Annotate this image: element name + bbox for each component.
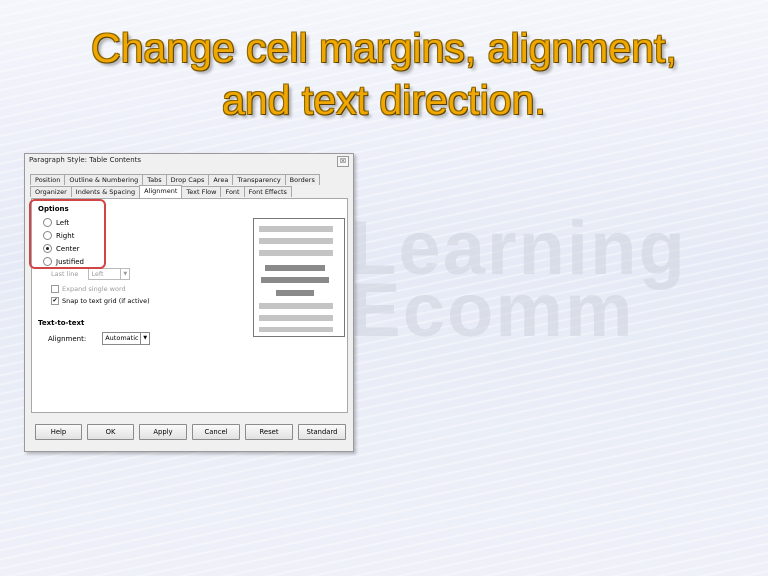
preview-line [261,277,329,283]
last-line-select: Left ▼ [88,268,131,280]
preview-line [259,303,333,309]
last-line-label: Last line [51,270,79,278]
last-line-row: Last line Left ▼ [51,268,131,280]
expand-single-word-label: Expand single word [62,285,126,293]
tab-tabs[interactable]: Tabs [142,174,167,185]
tab-organizer[interactable]: Organizer [30,186,72,197]
dialog-title: Paragraph Style: Table Contents [29,156,142,164]
slide-title-line-1: Change cell margins, alignment, [91,25,677,71]
alignment-value: Automatic [105,334,139,342]
preview-line [259,226,333,232]
preview-line [265,265,325,271]
chevron-down-icon[interactable]: ▼ [140,333,149,344]
tab-transparency[interactable]: Transparency [232,174,286,185]
tab-position[interactable]: Position [30,174,66,185]
chevron-down-icon: ▼ [120,269,129,279]
tab-alignment[interactable]: Alignment [139,185,183,198]
close-icon[interactable]: ☒ [337,156,349,167]
snap-to-grid-row[interactable]: ✔ Snap to text grid (if active) [51,297,150,305]
expand-single-word-checkbox [51,285,59,293]
tab-area[interactable]: Area [208,174,234,185]
preview-line [259,315,333,321]
tab-borders[interactable]: Borders [284,174,320,185]
preview-line [276,290,314,296]
help-button[interactable]: Help [35,424,82,440]
tab-row-1: Position Outline & Numbering Tabs Drop C… [30,174,320,185]
text-to-text-alignment-row: Alignment: Automatic ▼ [48,332,151,345]
slide-title: Change cell margins, alignment, and text… [0,22,768,126]
text-to-text-heading: Text-to-text [38,319,85,327]
alignment-preview [253,218,345,337]
tab-indents-spacing[interactable]: Indents & Spacing [70,186,141,197]
apply-button[interactable]: Apply [139,424,187,440]
alignment-select[interactable]: Automatic ▼ [102,332,151,345]
tab-font[interactable]: Font [220,186,245,197]
expand-single-word-row: Expand single word [51,285,126,293]
watermark-logo: Learning Ecomm [350,211,687,349]
tab-row-2: Organizer Indents & Spacing Alignment Te… [30,185,292,198]
preview-line [259,327,333,332]
last-line-value: Left [91,270,104,278]
preview-line [259,250,333,256]
slide-title-line-2: and text direction. [222,77,546,123]
paragraph-style-dialog: Paragraph Style: Table Contents ☒ Positi… [24,153,354,452]
preview-line [259,238,333,244]
snap-to-grid-label: Snap to text grid (if active) [62,297,150,305]
snap-to-grid-checkbox[interactable]: ✔ [51,297,59,305]
ok-button[interactable]: OK [87,424,134,440]
tab-font-effects[interactable]: Font Effects [243,186,292,197]
tab-outline-numbering[interactable]: Outline & Numbering [64,174,144,185]
tab-drop-caps[interactable]: Drop Caps [165,174,210,185]
cancel-button[interactable]: Cancel [192,424,240,440]
dialog-titlebar: Paragraph Style: Table Contents ☒ [25,154,353,168]
reset-button[interactable]: Reset [245,424,293,440]
tab-text-flow[interactable]: Text Flow [181,186,222,197]
alignment-label: Alignment: [48,334,87,343]
standard-button[interactable]: Standard [298,424,346,440]
options-highlight-box [29,199,106,269]
